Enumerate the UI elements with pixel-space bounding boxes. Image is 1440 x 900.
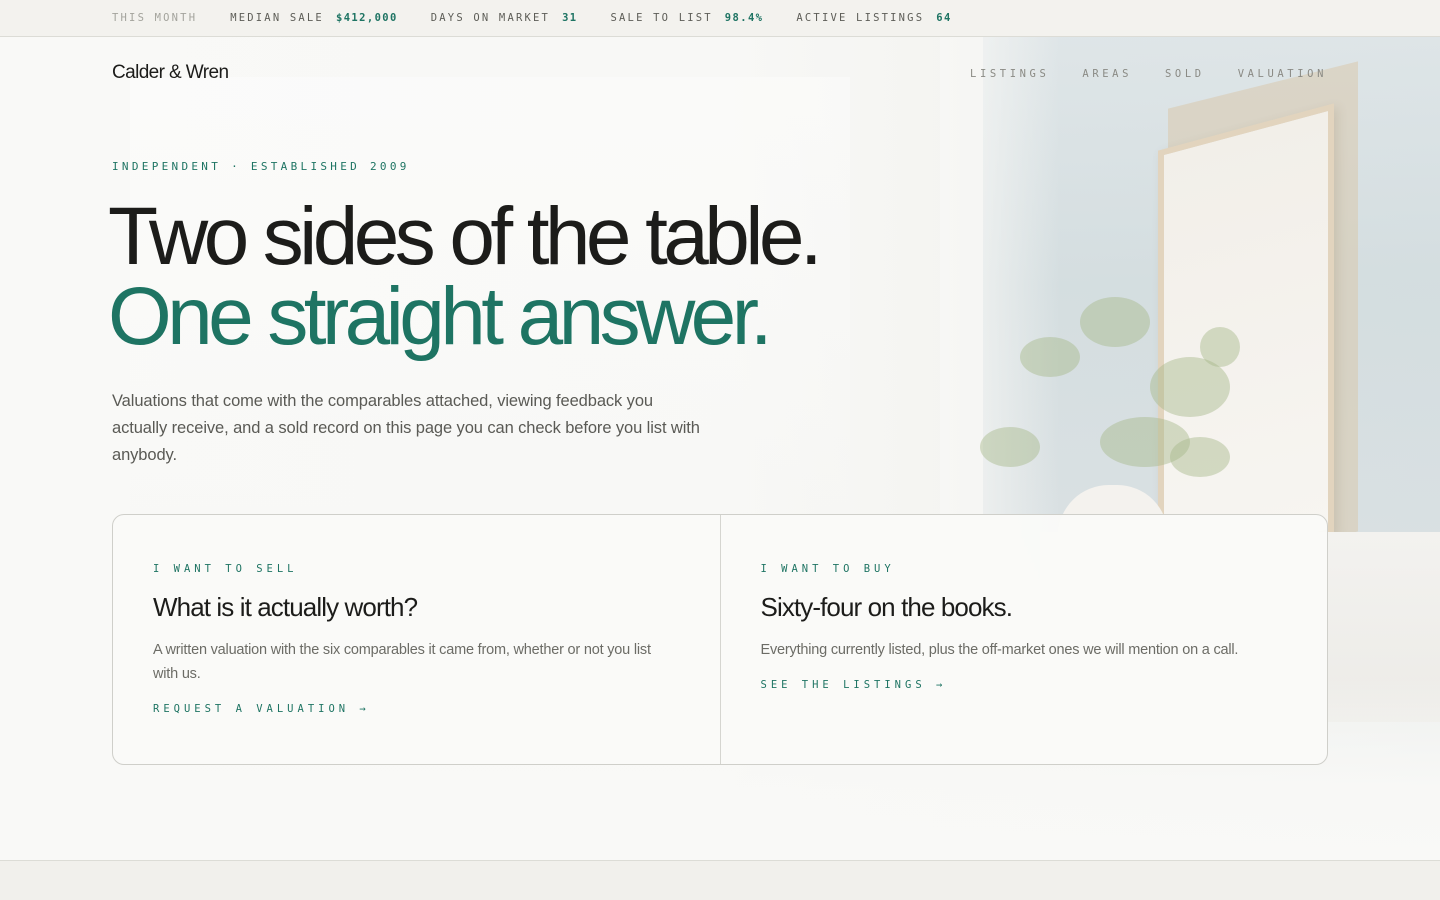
ticker-stat-key: Active listings xyxy=(796,12,925,24)
headline-line-2: One straight answer. xyxy=(108,271,773,362)
hero-eyebrow: Independent · Established 2009 xyxy=(112,160,410,173)
headline-line-1: Two sides of the table. xyxy=(108,191,823,282)
ticker-stat-active-listings: Active listings 64 xyxy=(796,12,951,24)
ticker-stat-key: Sale to list xyxy=(610,12,713,24)
ticker-stat-value: 31 xyxy=(562,12,578,24)
nav-item-sold[interactable]: Sold xyxy=(1165,68,1205,80)
sell-card-tag: I want to sell xyxy=(153,563,298,575)
intent-cards: I want to sell What is it actually worth… xyxy=(112,514,1328,765)
hero-section: Calder & Wren Listings Areas Sold Valuat… xyxy=(0,37,1440,861)
buy-card-body: Everything currently listed, plus the of… xyxy=(760,642,1239,658)
buy-card: I want to buy Sixty-four on the books. E… xyxy=(719,515,1328,764)
ticker-stat-days-on-market: Days on market 31 xyxy=(431,12,578,24)
buy-card-title: Sixty-four on the books. xyxy=(760,592,1013,622)
brand-logo[interactable]: Calder & Wren xyxy=(112,62,229,84)
main-nav: Listings Areas Sold Valuation xyxy=(970,68,1327,80)
ticker-stat-key: Days on market xyxy=(430,12,551,24)
sell-card-title: What is it actually worth? xyxy=(153,592,418,622)
ticker-stat-median-sale: Median sale $412,000 xyxy=(230,12,398,24)
market-ticker-bar: This month Median sale $412,000 Days on … xyxy=(0,0,1440,37)
ticker-label: This month xyxy=(112,12,198,24)
request-valuation-link[interactable]: Request a valuation → xyxy=(153,703,370,715)
ticker-stat-value: $412,000 xyxy=(335,12,398,24)
see-listings-link[interactable]: See the listings → xyxy=(761,679,947,691)
hero-lede: Valuations that come with the comparable… xyxy=(112,392,700,464)
hero-headline: Two sides of the table. One straight ans… xyxy=(108,191,823,362)
sell-card: I want to sell What is it actually worth… xyxy=(113,515,720,764)
ticker-stat-value: 98.4% xyxy=(724,12,764,24)
nav-item-listings[interactable]: Listings xyxy=(970,68,1049,80)
sell-card-body: A written valuation with the six compara… xyxy=(153,642,651,682)
nav-item-areas[interactable]: Areas xyxy=(1082,68,1132,80)
ticker-stat-sale-to-list: Sale to list 98.4% xyxy=(611,12,764,24)
nav-item-valuation[interactable]: Valuation xyxy=(1238,68,1327,80)
buy-card-tag: I want to buy xyxy=(760,563,895,575)
ticker-stat-value: 64 xyxy=(936,12,952,24)
ticker-stat-key: Median sale xyxy=(230,12,324,24)
